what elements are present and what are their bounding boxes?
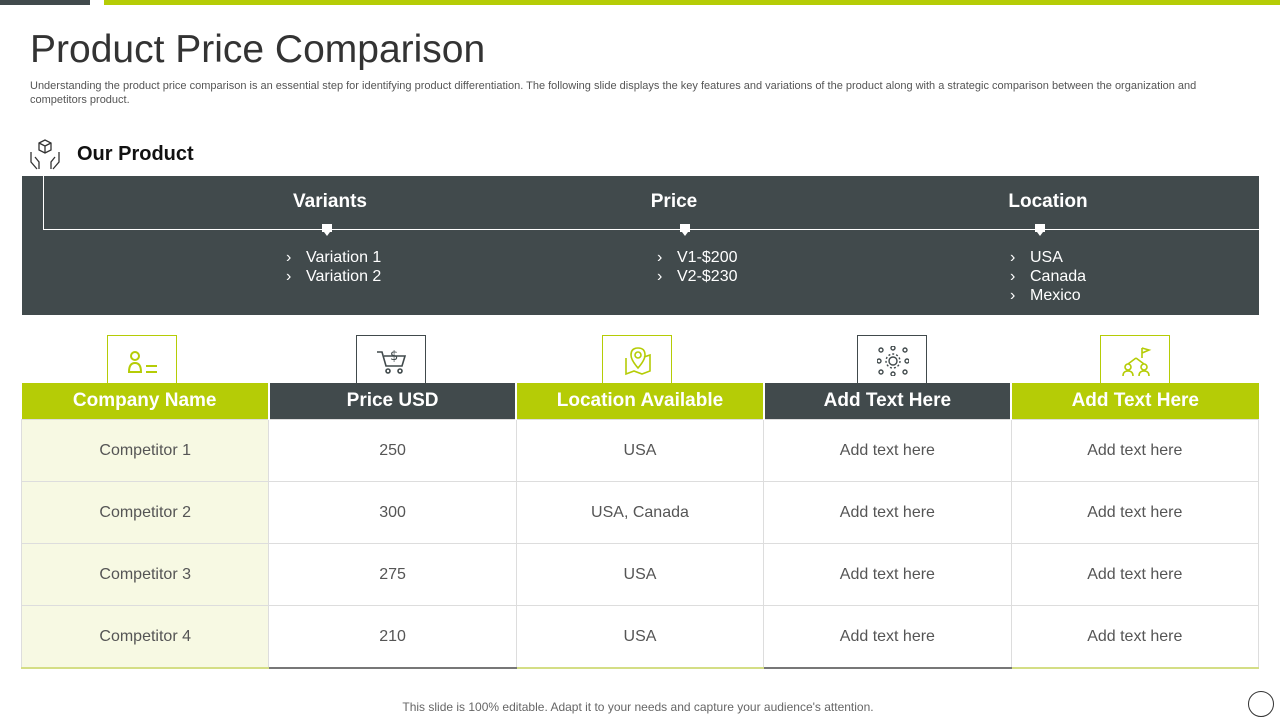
price-list: V1-$200 V2-$230 bbox=[657, 248, 738, 286]
list-item: Canada bbox=[1010, 267, 1086, 286]
table-cell: Add text here bbox=[763, 419, 1012, 482]
table-header-row: Company Name Price USD Location Availabl… bbox=[21, 383, 1259, 420]
header-add-text-2: Add Text Here bbox=[1011, 383, 1259, 420]
page-subtitle: Understanding the product price comparis… bbox=[30, 80, 1197, 106]
table-cell: Competitor 2 bbox=[20, 481, 270, 544]
map-pin-icon bbox=[602, 335, 672, 383]
team-flag-icon bbox=[1100, 335, 1170, 383]
table-cell: 275 bbox=[268, 543, 517, 606]
header-location-available: Location Available bbox=[516, 383, 765, 420]
location-heading: Location bbox=[1008, 191, 1088, 212]
variants-list: Variation 1 Variation 2 bbox=[286, 248, 381, 286]
page-title: Product Price Comparison bbox=[30, 28, 486, 71]
location-list: USA Canada Mexico bbox=[1010, 248, 1086, 305]
footer-note: This slide is 100% editable. Adapt it to… bbox=[402, 700, 874, 714]
table-cell: Add text here bbox=[1010, 605, 1260, 669]
table-cell: Competitor 3 bbox=[20, 543, 270, 606]
top-accent-dark bbox=[0, 0, 90, 5]
table-cell: Competitor 4 bbox=[20, 605, 270, 669]
list-item: Variation 1 bbox=[286, 248, 381, 267]
cart-dollar-icon: $ bbox=[356, 335, 426, 383]
table-row: Competitor 1 250 USA Add text here Add t… bbox=[20, 419, 1260, 482]
table-cell: Add text here bbox=[763, 605, 1012, 669]
price-heading: Price bbox=[650, 191, 698, 212]
table-cell: USA bbox=[515, 543, 765, 606]
variants-heading: Variants bbox=[293, 191, 367, 212]
table-cell: Add text here bbox=[1010, 543, 1260, 606]
table-cell: Add text here bbox=[763, 543, 1012, 606]
table-cell: USA, Canada bbox=[515, 481, 765, 544]
table-cell: USA bbox=[515, 419, 765, 482]
table-cell: Add text here bbox=[1010, 481, 1260, 544]
list-item: Mexico bbox=[1010, 286, 1086, 305]
list-item: V2-$230 bbox=[657, 267, 738, 286]
our-product-panel: Variants Variation 1 Variation 2 Price V… bbox=[22, 176, 1259, 315]
person-list-icon bbox=[107, 335, 177, 383]
hands-holding-box-icon bbox=[28, 138, 62, 172]
list-item: V1-$200 bbox=[657, 248, 738, 267]
header-company-name: Company Name bbox=[21, 383, 270, 420]
table-cell: USA bbox=[515, 605, 765, 669]
list-item: USA bbox=[1010, 248, 1086, 267]
network-gear-icon bbox=[857, 335, 927, 383]
table-cell: 250 bbox=[268, 419, 517, 482]
table-cell: Add text here bbox=[763, 481, 1012, 544]
table-row: Competitor 4 210 USA Add text here Add t… bbox=[20, 605, 1260, 669]
top-accent-lime bbox=[104, 0, 1280, 5]
comparison-table: Company Name Price USD Location Availabl… bbox=[20, 383, 1260, 669]
table-row: Competitor 3 275 USA Add text here Add t… bbox=[20, 543, 1260, 606]
header-add-text-1: Add Text Here bbox=[763, 383, 1013, 420]
svg-text:$: $ bbox=[390, 349, 398, 364]
list-item: Variation 2 bbox=[286, 267, 381, 286]
our-product-heading: Our Product bbox=[77, 143, 194, 165]
table-row: Competitor 2 300 USA, Canada Add text he… bbox=[20, 481, 1260, 544]
table-cell: Competitor 1 bbox=[20, 419, 270, 482]
location-marker bbox=[1035, 224, 1045, 236]
table-cell: 300 bbox=[268, 481, 517, 544]
corner-circle-decoration bbox=[1248, 691, 1274, 717]
panel-connector-vertical bbox=[43, 176, 44, 229]
panel-connector-horizontal bbox=[43, 229, 1259, 230]
header-price-usd: Price USD bbox=[268, 383, 518, 420]
price-marker bbox=[680, 224, 690, 236]
table-cell: 210 bbox=[268, 605, 517, 669]
variants-marker bbox=[322, 224, 332, 236]
table-cell: Add text here bbox=[1010, 419, 1260, 482]
